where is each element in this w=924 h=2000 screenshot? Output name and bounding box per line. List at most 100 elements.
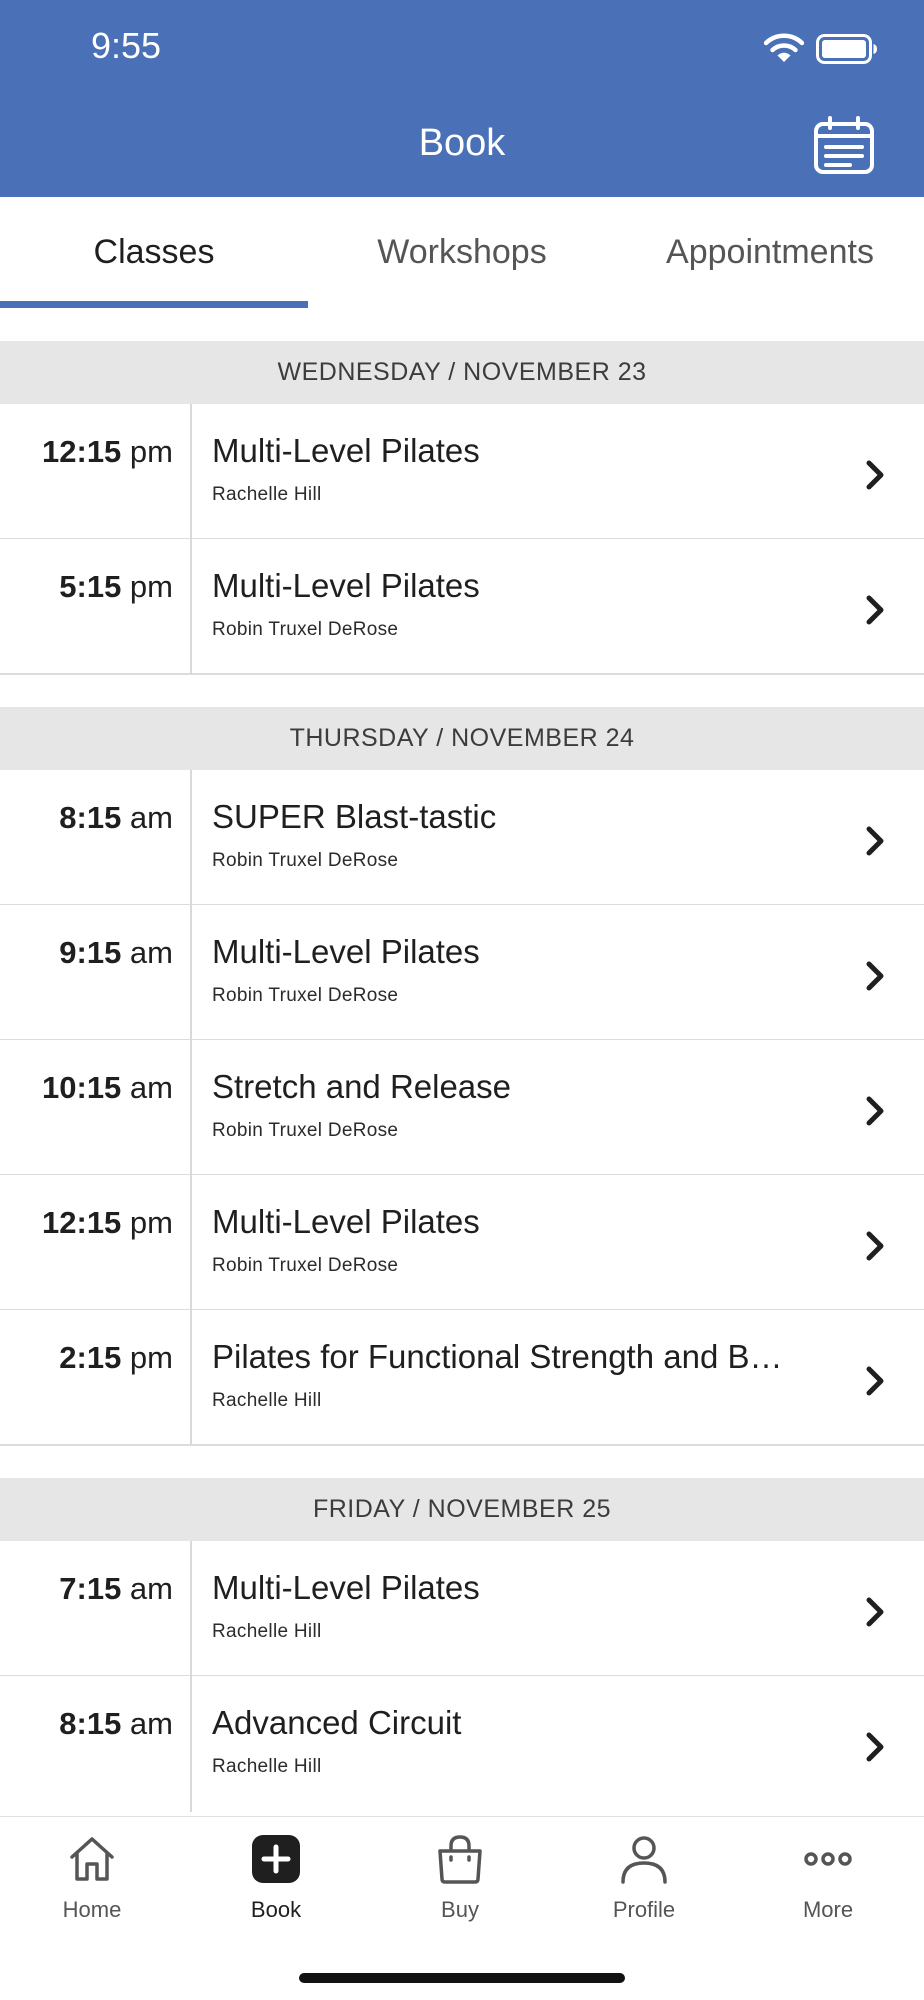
row-divider: [190, 905, 192, 1040]
class-time-value: 12:15: [42, 1205, 122, 1240]
class-time-value: 9:15: [59, 935, 122, 970]
nav-profile[interactable]: Profile: [552, 1833, 736, 1943]
nav-buy-label: Buy: [441, 1897, 479, 1922]
active-tab-indicator: [0, 301, 308, 308]
top-app-bar: 9:55 Book: [0, 0, 924, 197]
class-title: Multi-Level Pilates: [212, 1203, 480, 1240]
class-time-value: 7:15: [59, 1571, 122, 1606]
wifi-icon: [764, 33, 804, 62]
chevron-right-icon: [866, 460, 884, 490]
calendar-icon[interactable]: [812, 116, 876, 176]
class-instructor: Rachelle Hill: [212, 1621, 322, 1642]
chevron-right-icon: [866, 1231, 884, 1261]
profile-icon: [621, 1836, 667, 1884]
chevron-right-icon: [866, 1732, 884, 1762]
segment-tabs: Classes Workshops Appointments: [0, 197, 924, 308]
class-instructor: Rachelle Hill: [212, 484, 322, 505]
class-title: SUPER Blast-tastic: [212, 798, 497, 835]
class-row[interactable]: 8:15 am Advanced Circuit Rachelle Hill: [0, 1676, 924, 1812]
nav-home[interactable]: Home: [0, 1833, 184, 1943]
class-instructor: Robin Truxel DeRose: [212, 850, 399, 871]
tab-workshops[interactable]: Workshops: [308, 197, 616, 308]
class-row[interactable]: 5:15 pm Multi-Level Pilates Robin Truxel D…: [0, 539, 924, 674]
row-divider: [190, 404, 192, 539]
class-time-value: 12:15: [42, 434, 122, 469]
class-title: Pilates for Functional Strength and B…: [212, 1338, 783, 1375]
class-time: 9:15 am: [59, 935, 173, 971]
chevron-right-icon: [866, 1366, 884, 1396]
class-time-ampm: am: [121, 1571, 173, 1606]
class-title: Stretch and Release: [212, 1068, 512, 1105]
class-row[interactable]: 7:15 am Multi-Level Pilates Rachelle Hill: [0, 1541, 924, 1676]
nav-more[interactable]: More: [736, 1833, 920, 1943]
class-time-ampm: pm: [121, 434, 173, 469]
class-instructor: Robin Truxel DeRose: [212, 985, 399, 1006]
class-time: 7:15 am: [59, 1571, 173, 1607]
shopping-bag-icon: [438, 1835, 482, 1884]
class-title: Multi-Level Pilates: [212, 432, 480, 469]
class-time-value: 5:15: [59, 569, 122, 604]
class-time-ampm: am: [121, 1070, 173, 1105]
class-row[interactable]: 12:15 pm Multi-Level Pilates Rachelle Hill: [0, 404, 924, 539]
class-time: 12:15 pm: [42, 434, 173, 470]
row-divider: [190, 1310, 192, 1445]
chevron-right-icon: [866, 961, 884, 991]
home-indicator: [299, 1973, 625, 1983]
chevron-right-icon: [866, 1597, 884, 1627]
class-time-ampm: pm: [121, 569, 173, 604]
status-time: 9:55: [91, 25, 162, 66]
tab-classes[interactable]: Classes: [0, 197, 308, 308]
class-instructor: Robin Truxel DeRose: [212, 1120, 399, 1141]
row-divider: [190, 1040, 192, 1175]
row-divider: [190, 539, 192, 674]
nav-book-label: Book: [250, 1897, 302, 1922]
section-gap: [0, 674, 924, 707]
class-instructor: Robin Truxel DeRose: [212, 1255, 399, 1276]
chevron-right-icon: [866, 1096, 884, 1126]
row-divider: [190, 1541, 192, 1676]
book-plus-icon: [252, 1835, 300, 1883]
nav-more-label: More: [802, 1897, 854, 1922]
nav-profile-label: Profile: [612, 1897, 676, 1922]
class-instructor: Rachelle Hill: [212, 1756, 322, 1777]
more-icon: [804, 1852, 852, 1866]
class-row[interactable]: 9:15 am Multi-Level Pilates Robin Truxel D…: [0, 905, 924, 1040]
class-instructor: Rachelle Hill: [212, 1390, 322, 1411]
class-time-ampm: am: [121, 1706, 173, 1741]
tab-appointments[interactable]: Appointments: [616, 197, 924, 308]
class-row[interactable]: 8:15 am SUPER Blast-tastic Robin Truxel De…: [0, 770, 924, 905]
section-gap: [0, 1445, 924, 1478]
class-time-value: 8:15: [59, 800, 122, 835]
chevron-right-icon: [866, 595, 884, 625]
class-time: 5:15 pm: [59, 569, 173, 605]
class-time-ampm: pm: [121, 1205, 173, 1240]
day-section-header: FRIDAY / NOVEMBER 25: [0, 1478, 924, 1541]
class-time: 2:15 pm: [59, 1340, 173, 1376]
class-time: 12:15 pm: [42, 1205, 173, 1241]
class-row[interactable]: 10:15 am Stretch and Release Robin Truxel …: [0, 1040, 924, 1175]
nav-buy[interactable]: Buy: [368, 1833, 552, 1943]
class-instructor: Robin Truxel DeRose: [212, 619, 399, 640]
row-divider: [190, 770, 192, 905]
class-time-value: 2:15: [59, 1340, 122, 1375]
class-time-ampm: am: [121, 935, 173, 970]
home-icon: [70, 1837, 114, 1881]
class-time-ampm: pm: [121, 1340, 173, 1375]
class-row[interactable]: 12:15 pm Multi-Level Pilates Robin Truxel …: [0, 1175, 924, 1310]
nav-book[interactable]: Book: [184, 1833, 368, 1943]
nav-home-label: Home: [62, 1897, 122, 1922]
page-title: Book: [418, 122, 506, 164]
class-title: Multi-Level Pilates: [212, 933, 480, 970]
row-divider: [190, 1676, 192, 1812]
class-schedule-list[interactable]: WEDNESDAY / NOVEMBER 23 12:15 pm Multi-Lev…: [0, 341, 924, 1816]
day-section-header: WEDNESDAY / NOVEMBER 23: [0, 341, 924, 404]
class-title: Multi-Level Pilates: [212, 567, 480, 604]
class-title: Multi-Level Pilates: [212, 1569, 480, 1606]
row-divider: [190, 1175, 192, 1310]
class-time: 10:15 am: [42, 1070, 173, 1106]
class-row[interactable]: 2:15 pm Pilates for Functional Strength a…: [0, 1310, 924, 1445]
class-time-value: 8:15: [59, 1706, 122, 1741]
class-time-value: 10:15: [42, 1070, 122, 1105]
class-time-ampm: am: [121, 800, 173, 835]
battery-icon: [816, 34, 877, 64]
